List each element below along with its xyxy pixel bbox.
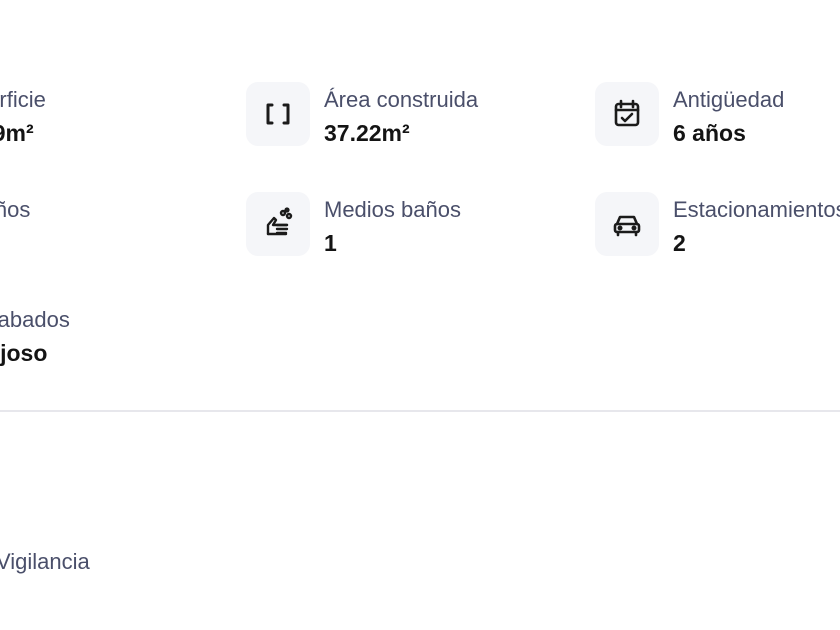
- feature-superficie: Superficie 40.09m²: [0, 82, 46, 148]
- car-icon: [595, 192, 659, 256]
- feature-value: 2: [673, 230, 686, 256]
- feature-label: Área construida: [324, 87, 479, 112]
- feature-label: Acabados: [0, 307, 70, 332]
- feature-banos: Baños 1: [0, 192, 30, 258]
- feature-label: Baños: [0, 197, 31, 222]
- feature-label: Antigüedad: [673, 87, 785, 112]
- feature-label: Estacionamientos: [673, 197, 840, 222]
- feature-value: 6 años: [673, 120, 746, 146]
- feature-value: 1: [324, 230, 337, 256]
- bracket-icon: [246, 82, 310, 146]
- feature-value: Lujoso: [0, 340, 48, 366]
- property-details: Superficie 40.09m² Área construida 37.22…: [0, 0, 840, 630]
- feature-estacionamientos: Estacionamientos 2: [595, 192, 840, 258]
- feature-label: Superficie: [0, 87, 46, 112]
- wash-hands-icon: [246, 192, 310, 256]
- section-divider: [0, 410, 840, 412]
- feature-medios-banos: Medios baños 1: [246, 192, 461, 258]
- feature-value: 40.09m²: [0, 120, 34, 146]
- feature-antiguedad: Antigüedad 6 años: [595, 82, 784, 148]
- feature-area-construida: Área construida 37.22m²: [246, 82, 478, 148]
- feature-value: 37.22m²: [324, 120, 410, 146]
- feature-acabados: Acabados Lujoso: [0, 302, 70, 368]
- feature-label: Medios baños: [324, 197, 461, 222]
- amenity-vigilancia: Vigilancia: [0, 549, 90, 574]
- feature-value: 1: [0, 228, 30, 258]
- calendar-check-icon: [595, 82, 659, 146]
